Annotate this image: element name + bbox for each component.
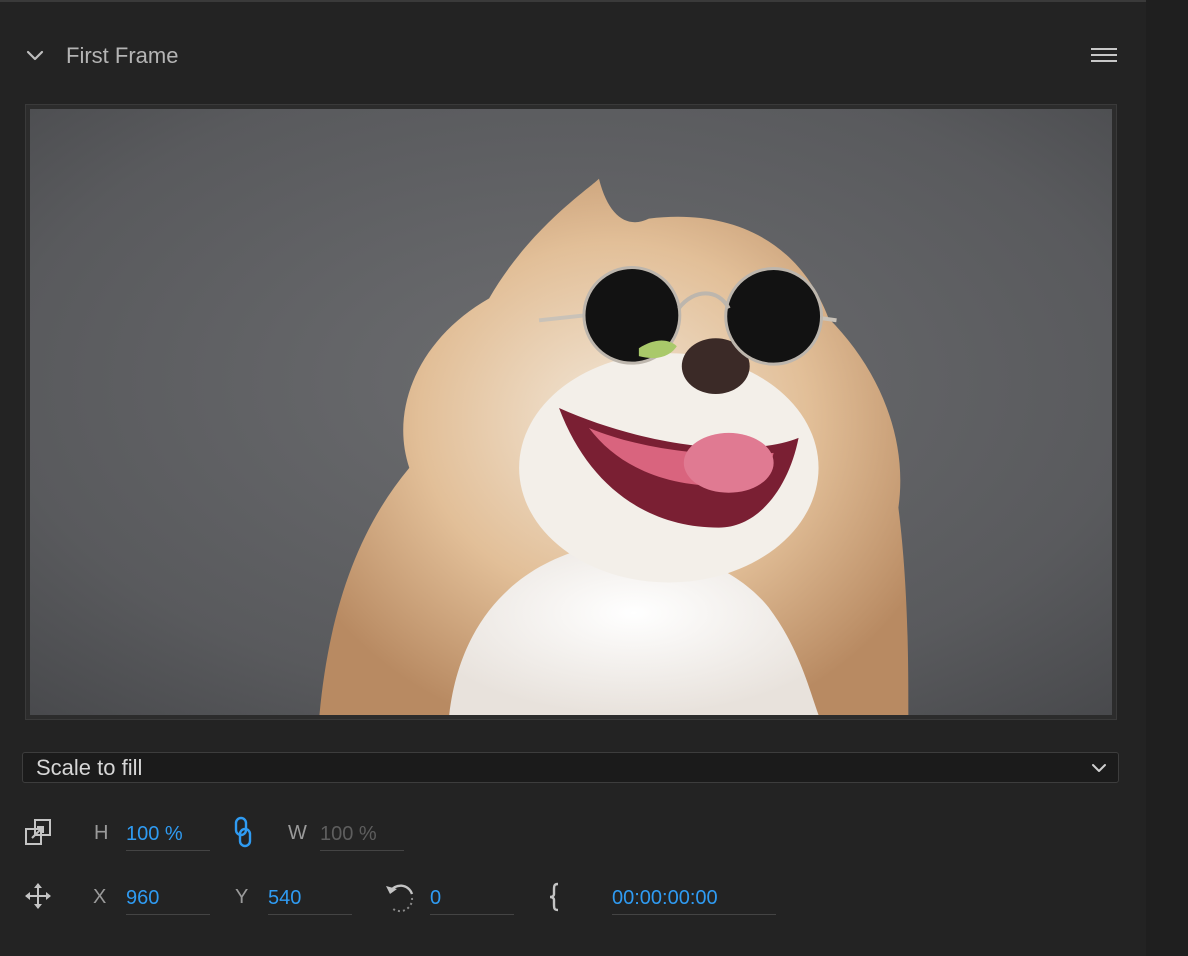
hamburger-menu-icon[interactable]	[1090, 44, 1118, 66]
frame-preview	[25, 104, 1117, 720]
timecode-field[interactable]: 00:00:00:00	[612, 881, 776, 915]
y-position-value: 540	[268, 887, 302, 909]
preview-image	[30, 109, 1112, 715]
rotation-value: 0	[430, 887, 442, 909]
first-frame-panel: First Frame Scale to fill H 100 % W 100 …	[0, 0, 1146, 956]
move-icon[interactable]	[23, 881, 53, 911]
height-scale-value: 100 %	[126, 823, 183, 845]
panel-title: First Frame	[66, 43, 179, 68]
right-panel-gutter	[1146, 0, 1188, 956]
y-position-field[interactable]: 540	[268, 881, 352, 915]
timecode-value: 00:00:00:00	[612, 887, 718, 909]
width-label: W	[288, 822, 307, 844]
scale-icon[interactable]	[24, 817, 54, 847]
height-label: H	[94, 822, 109, 844]
chevron-down-icon[interactable]	[24, 44, 46, 66]
width-scale-field: 100 %	[320, 817, 404, 851]
height-scale-field[interactable]: 100 %	[126, 817, 210, 851]
time-bracket-icon	[549, 882, 559, 912]
scale-mode-dropdown[interactable]: Scale to fill	[22, 752, 1119, 783]
x-label: X	[93, 886, 107, 908]
rotate-icon[interactable]	[384, 880, 416, 914]
rotation-field[interactable]: 0	[430, 881, 514, 915]
x-position-value: 960	[126, 887, 160, 909]
x-position-field[interactable]: 960	[126, 881, 210, 915]
dropdown-selected-value: Scale to fill	[36, 755, 143, 780]
link-icon[interactable]	[232, 816, 254, 848]
y-label: Y	[235, 886, 249, 908]
width-scale-value: 100 %	[320, 823, 377, 845]
chevron-down-icon	[1092, 764, 1106, 772]
